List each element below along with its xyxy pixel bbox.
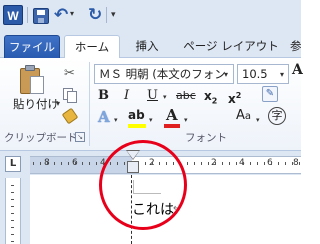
ribbon-tabs: ファイル ホーム 挿入 ページ レイアウト 参 [0,31,302,59]
highlight-button[interactable]: ab [128,108,146,122]
font-group-label: フォント [185,132,227,144]
superscript-mark: 2 [235,91,242,100]
subscript-mark: 2 [211,96,218,106]
text-effects-dropdown-icon[interactable]: ▾ [114,116,118,124]
customize-qat-icon[interactable]: ▾ [111,8,121,26]
paste-button-label[interactable]: 貼り付け [13,96,59,112]
vertical-ruler-tick [11,206,14,207]
ruler-tick [47,162,48,165]
change-case-small: a [244,111,252,122]
ruler-tick [33,162,34,165]
ruler-tick [271,162,272,165]
cut-icon[interactable]: ✂ [64,66,75,81]
ruler-tick [82,162,83,165]
vertical-ruler-tick [11,220,14,221]
tab-selector[interactable]: L [5,156,21,172]
ruler-tick [187,162,188,165]
ruler-tick [264,162,265,165]
vertical-ruler-tick [11,227,14,228]
ruler-tick [61,162,62,165]
ruler-tick [215,162,216,165]
highlight-dropdown-icon[interactable]: ▾ [149,116,153,124]
ruler-tick [89,162,90,165]
clipboard-paper [30,76,44,94]
ruler-tick [194,162,195,165]
italic-button[interactable]: I [124,88,129,104]
vertical-ruler-tick [11,185,14,186]
font-name-select[interactable]: ＭＳ 明朝 (本文のフォン [94,64,234,84]
qat-separator [27,7,28,23]
font-name-dropdown-icon[interactable]: ▾ [224,70,228,79]
superscript-base: x [228,92,236,106]
paste-icon[interactable] [18,64,46,96]
paste-dropdown-icon[interactable]: ▾ [56,99,60,108]
clear-formatting-icon[interactable]: ✎ [262,86,278,102]
change-case-big: A [236,108,245,123]
undo-dropdown-icon[interactable]: ▾ [70,9,74,27]
ruler-tick [278,162,279,165]
subscript-base: x [204,89,212,103]
vertical-ruler-tick [11,192,14,193]
change-case-button[interactable]: Aa [236,108,251,123]
tab-file[interactable]: ファイル [4,35,60,58]
font-color-button[interactable]: A [166,106,178,124]
vertical-ruler-tick [11,241,14,242]
bold-button[interactable]: B [98,88,109,104]
ruler-tick [75,162,76,165]
font-size-dropdown-icon[interactable]: ▾ [280,70,284,79]
ruler-tick [229,162,230,165]
annotation-circle [99,140,187,230]
highlight-color-bar [128,124,146,128]
ruler-tick [54,162,55,165]
ruler-tick [285,162,286,165]
ruler-tick [222,162,223,165]
word-app-icon[interactable]: W [3,5,23,25]
enclose-characters-button[interactable]: 字 [268,107,286,125]
vertical-ruler-tick [11,199,14,200]
clipboard-launcher-icon[interactable]: ↘ [75,132,85,142]
group-divider [89,62,90,146]
quick-access-toolbar: W ↶ ▾ ↻ ▾ [0,0,301,31]
ruler-tick [257,162,258,165]
qat-separator [106,7,107,23]
copy-icon[interactable] [63,88,77,103]
ruler-tick [208,162,209,165]
grow-font-icon[interactable]: A [292,62,303,78]
format-painter-icon[interactable] [61,107,79,125]
superscript-button[interactable]: x2 [228,88,241,107]
vertical-ruler-tick [11,234,14,235]
strikethrough-button[interactable]: abc [176,88,196,104]
ruler-tick [96,162,97,165]
ruler-tick [250,162,251,165]
vertical-ruler-tick [11,213,14,214]
ruler-number: 8 [293,158,299,168]
tab-home[interactable]: ホーム [64,35,120,59]
ruler-tick [243,162,244,165]
ribbon-home: 貼り付け ▾ ✂ クリップボード ↘ ＭＳ 明朝 (本文のフォン ▾ 10.5 … [0,58,303,151]
underline-dropdown-icon[interactable]: ▾ [163,93,167,101]
clipboard-clip [25,65,35,71]
font-color-dropdown-icon[interactable]: ▾ [184,116,188,124]
ruler-tick [236,162,237,165]
change-case-dropdown-icon[interactable]: ▾ [256,116,260,124]
ruler-tick [292,162,293,165]
subscript-button[interactable]: x2 [204,88,217,109]
text-effects-button[interactable]: A [98,108,110,126]
clipboard-group-label: クリップボード [4,132,78,144]
ruler-tick [40,162,41,165]
font-color-bar [164,124,180,128]
redo-icon[interactable]: ↻ [88,4,104,25]
tab-insert[interactable]: 挿入 [130,35,164,58]
tab-page-layout[interactable]: ページ レイアウト [180,35,282,58]
save-icon[interactable] [33,8,49,24]
underline-button[interactable]: U [147,88,158,104]
ruler-tick [68,162,69,165]
tab-references[interactable]: 参 [290,35,310,58]
ruler-tick [201,162,202,165]
ruler-tick [299,162,300,165]
